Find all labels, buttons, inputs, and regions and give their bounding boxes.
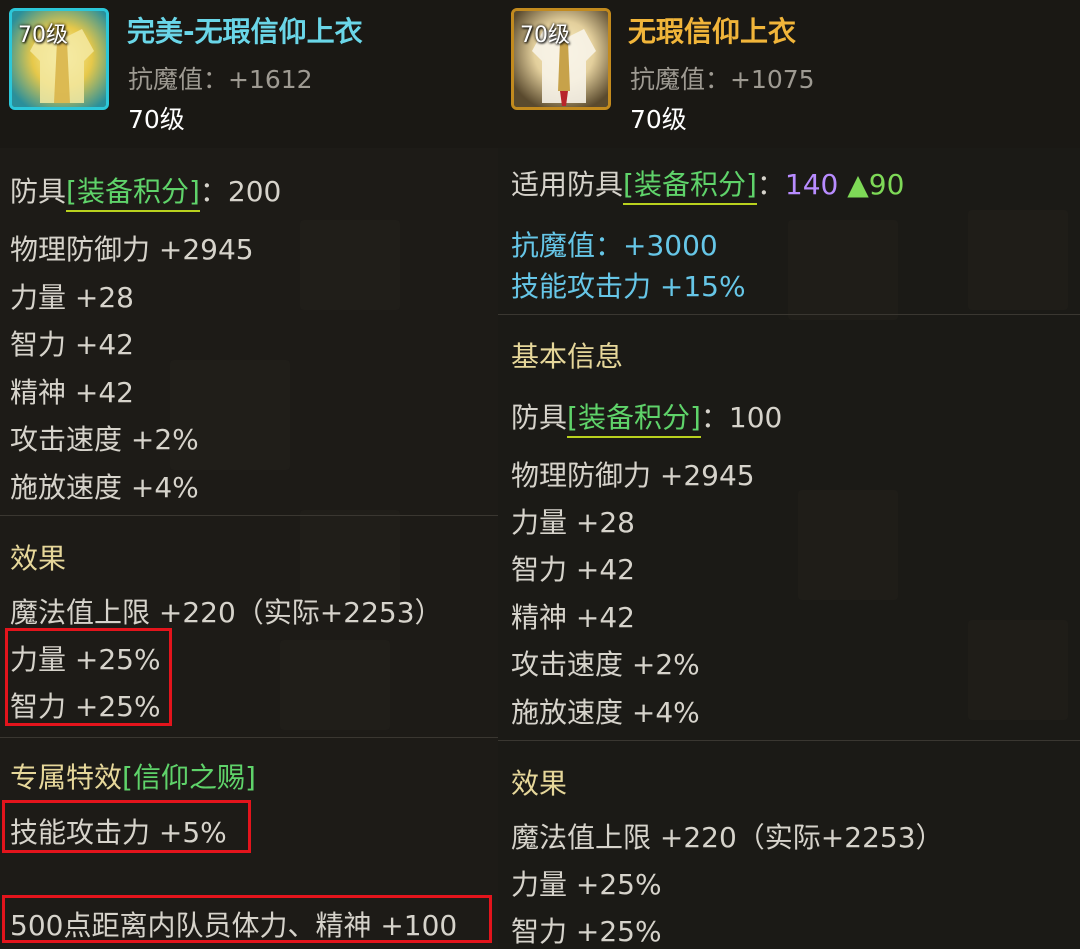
basic-info-header: 基本信息 xyxy=(511,340,624,373)
right-item-title: 无瑕信仰上衣 xyxy=(628,15,797,48)
score-colon: ： xyxy=(756,168,785,201)
divider xyxy=(498,314,1080,315)
right-level-requirement: 70级 xyxy=(630,105,687,134)
effects-header: 效果 xyxy=(511,767,568,800)
stat-line: 力量 +28 xyxy=(511,506,635,539)
armor-label: 防具 xyxy=(511,401,568,434)
bonus-line: 抗魔值：+3000 xyxy=(511,229,718,262)
armor-label: 防具 xyxy=(10,175,67,208)
highlight-box xyxy=(2,895,492,943)
stat-line: 智力 +42 xyxy=(10,328,134,361)
left-header: 70级 完美-无瑕信仰上衣 抗魔值：+1612 70级 xyxy=(0,0,498,148)
divider xyxy=(498,740,1080,741)
right-item-tooltip: 70级 无瑕信仰上衣 抗魔值：+1075 70级 适用防具[装备积分]：140 … xyxy=(498,0,1080,949)
stat-line: 攻击速度 +2% xyxy=(511,648,700,681)
armor-top-icon[interactable]: 70级 xyxy=(511,8,611,110)
highlight-box xyxy=(5,628,172,726)
equip-score-tag: [装备积分] xyxy=(567,401,701,438)
divider xyxy=(0,515,498,516)
score-value: ：200 xyxy=(199,175,282,208)
score-value: ：100 xyxy=(700,401,783,434)
stat-line: 精神 +42 xyxy=(511,601,635,634)
left-armor-score: 防具[装备积分]：200 xyxy=(10,170,282,212)
effect-line: 力量 +25% xyxy=(511,868,662,901)
left-level-badge: 70级 xyxy=(18,23,68,48)
stat-line: 施放速度 +4% xyxy=(511,696,700,729)
basic-armor-score: 防具[装备积分]：100 xyxy=(511,396,783,438)
stat-line: 智力 +42 xyxy=(511,553,635,586)
effects-header: 效果 xyxy=(10,542,67,575)
exclusive-label: 专属特效 xyxy=(10,761,123,794)
bonus-line: 技能攻击力 +15% xyxy=(511,270,746,303)
score-value: 140 xyxy=(784,168,839,201)
right-resist-value: 抗魔值：+1075 xyxy=(630,65,815,94)
effect-line: 智力 +25% xyxy=(511,915,662,948)
stat-line: 物理防御力 +2945 xyxy=(10,233,254,266)
left-item-tooltip: 70级 完美-无瑕信仰上衣 抗魔值：+1612 70级 防具[装备积分]：200… xyxy=(0,0,498,949)
armor-label: 适用防具 xyxy=(511,168,624,201)
equip-score-tag: [装备积分] xyxy=(623,168,757,205)
stat-line: 施放速度 +4% xyxy=(10,471,199,504)
stat-line: 精神 +42 xyxy=(10,376,134,409)
left-resist-value: 抗魔值：+1612 xyxy=(128,65,313,94)
stat-line: 力量 +28 xyxy=(10,281,134,314)
left-item-title: 完美-无瑕信仰上衣 xyxy=(127,15,363,48)
effect-line: 魔法值上限 +220（实际+2253） xyxy=(10,596,443,629)
score-increase: ▲90 xyxy=(847,168,905,201)
stat-line: 物理防御力 +2945 xyxy=(511,459,755,492)
stat-line: 攻击速度 +2% xyxy=(10,423,199,456)
left-level-requirement: 70级 xyxy=(128,105,185,134)
right-header: 70级 无瑕信仰上衣 抗魔值：+1075 70级 xyxy=(498,0,1080,148)
equip-score-tag: [装备积分] xyxy=(66,175,200,212)
right-armor-score: 适用防具[装备积分]：140 ▲90 xyxy=(511,163,905,205)
divider xyxy=(0,737,498,738)
effect-line: 魔法值上限 +220（实际+2253） xyxy=(511,821,944,854)
right-level-badge: 70级 xyxy=(520,23,570,48)
exclusive-header: 专属特效[信仰之赐] xyxy=(10,756,256,796)
exclusive-tag: [信仰之赐] xyxy=(122,761,256,794)
highlight-box xyxy=(2,800,251,853)
armor-top-icon-perfect[interactable]: 70级 xyxy=(9,8,109,110)
